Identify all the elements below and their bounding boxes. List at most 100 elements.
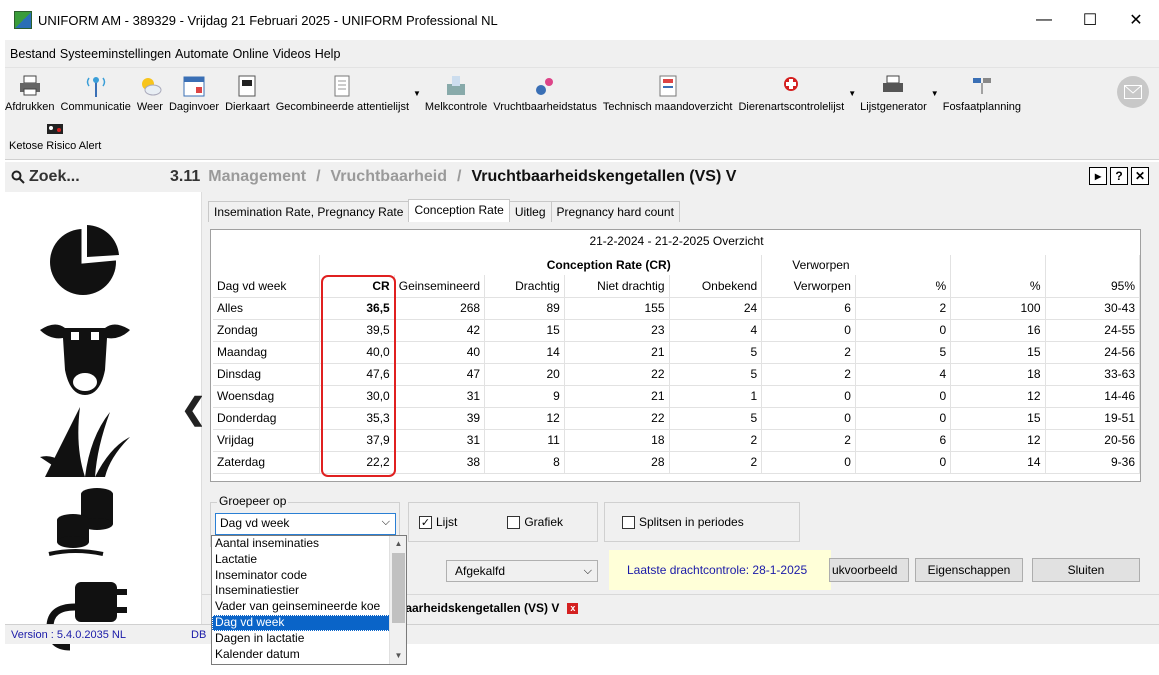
column-header[interactable]: %	[855, 275, 952, 298]
maximize-button[interactable]: ☐	[1067, 0, 1113, 40]
table-cell: 155	[564, 297, 670, 320]
table-cell: 21	[564, 385, 670, 408]
scrollbar-thumb[interactable]	[392, 553, 405, 623]
breadcrumb-management[interactable]: Management	[208, 168, 306, 186]
column-header[interactable]: Niet drachtig	[564, 275, 670, 298]
dropdown-scrollbar[interactable]: ▲ ▼	[389, 536, 406, 664]
menu-online[interactable]: Online	[233, 47, 269, 61]
toolbar-dierkaart[interactable]: Dierkaart	[225, 74, 270, 116]
dropdown-option[interactable]: Kalender datum	[212, 647, 390, 663]
sluiten-button[interactable]: Sluiten	[1032, 558, 1140, 582]
grass-icon[interactable]	[35, 397, 135, 487]
menu-systeeminstellingen[interactable]: Systeeminstellingen	[60, 47, 171, 61]
dropdown-option[interactable]: Lactatie	[212, 552, 390, 568]
eigenschappen-button[interactable]: Eigenschappen	[915, 558, 1023, 582]
table-cell: 5	[855, 341, 952, 364]
menu-automate[interactable]: Automate	[175, 47, 229, 61]
lijst-checkbox[interactable]: ✓ Lijst	[419, 515, 457, 529]
tab-conception-rate[interactable]: Conception Rate	[408, 199, 510, 222]
list-icon	[334, 75, 350, 97]
breadcrumb-vruchtbaarheid[interactable]: Vruchtbaarheid	[331, 168, 447, 186]
afgekalfd-select[interactable]: Afgekalfd ⌵	[446, 560, 598, 582]
column-header[interactable]: CR	[319, 275, 395, 298]
dropdown-option[interactable]: Dag vd week	[212, 614, 390, 631]
data-table: Conception Rate (CR) Verworpen Dag vd we…	[213, 255, 1141, 474]
table-row[interactable]: Maandag 40,0 40 14 21 5 2 5 15 24-56	[213, 341, 1141, 364]
close-tab-icon[interactable]: x	[567, 602, 579, 614]
chevron-down-icon[interactable]: ▼	[848, 89, 856, 98]
minimize-button[interactable]: —	[1021, 0, 1067, 40]
menu-videos[interactable]: Videos	[273, 47, 311, 61]
coins-icon[interactable]	[35, 482, 135, 572]
table-row[interactable]: Zaterdag 22,2 38 8 28 2 0 0 14 9-36	[213, 451, 1141, 474]
table-cell: 14	[950, 451, 1046, 474]
chevron-down-icon[interactable]: ▼	[931, 89, 939, 98]
close-window-button[interactable]: ✕	[1113, 0, 1159, 40]
column-header[interactable]: Drachtig	[484, 275, 565, 298]
table-cell: 28	[564, 451, 670, 474]
dropdown-option[interactable]: Dagen in lactatie	[212, 631, 390, 647]
help-icon[interactable]: ?	[1110, 167, 1128, 185]
scroll-down-icon[interactable]: ▼	[390, 648, 407, 664]
grafiek-checkbox[interactable]: Grafiek	[507, 515, 563, 529]
table-row[interactable]: Dinsdag 47,6 47 20 22 5 2 4 18 33-63	[213, 363, 1141, 386]
splitsen-checkbox[interactable]: Splitsen in periodes	[622, 515, 744, 529]
toolbar-gecombineerde-attentielijst[interactable]: Gecombineerde attentielijst	[276, 74, 409, 116]
tab-insemination-rate[interactable]: Insemination Rate, Pregnancy Rate	[208, 201, 410, 222]
video-icon[interactable]: ▸	[1089, 167, 1107, 185]
dropdown-option[interactable]: Inseminatiestier	[212, 583, 390, 599]
menu-bestand[interactable]: Bestand	[10, 47, 56, 61]
document-tab[interactable]: tbaarheidskengetallen (VS) V x	[394, 601, 579, 615]
column-header[interactable]: Dag vd week	[213, 275, 321, 298]
table-row[interactable]: Alles 36,5 268 89 155 24 6 2 100 30-43	[213, 297, 1141, 320]
table-row[interactable]: Woensdag 30,0 31 9 21 1 0 0 12 14-46	[213, 385, 1141, 408]
column-header[interactable]: %	[950, 275, 1046, 298]
toolbar-daginvoer[interactable]: Daginvoer	[169, 74, 219, 116]
mail-button[interactable]	[1117, 76, 1149, 108]
toolbar-melkcontrole[interactable]: Melkcontrole	[425, 74, 487, 116]
groepeer-op-select[interactable]: Dag vd week ⌵	[215, 513, 396, 535]
toolbar-fosfaatplanning[interactable]: Fosfaatplanning	[943, 74, 1021, 116]
table-header: Dag vd week CR Geinsemineerd Drachtig Niet d…	[213, 275, 1141, 298]
table-cell: 0	[761, 319, 856, 342]
table-row[interactable]: Donderdag 35,3 39 12 22 5 0 0 15 19-51	[213, 407, 1141, 430]
toolbar-lijstgenerator[interactable]: Lijstgenerator	[860, 74, 927, 116]
column-header[interactable]: Onbekend	[669, 275, 763, 298]
close-icon[interactable]: ✕	[1131, 167, 1149, 185]
table-cell: Vrijdag	[213, 429, 321, 452]
toolbar-technisch-maandoverzicht[interactable]: Technisch maandoverzicht	[603, 74, 732, 116]
table-cell: 4	[669, 319, 763, 342]
dropdown-option[interactable]: Aantal inseminaties	[212, 536, 390, 552]
table-cell: 31	[394, 385, 486, 408]
table-row[interactable]: Zondag 39,5 42 15 23 4 0 0 16 24-55	[213, 319, 1141, 342]
scroll-up-icon[interactable]: ▲	[390, 536, 407, 552]
toolbar-communicatie[interactable]: Communicatie	[61, 74, 131, 116]
toolbar-afdrukken[interactable]: Afdrukken	[5, 74, 55, 116]
toolbar-vruchtbaarheidstatus[interactable]: Vruchtbaarheidstatus	[493, 74, 597, 116]
table-cell: 15	[484, 319, 565, 342]
title-bar: UNIFORM AM - 389329 - Vrijdag 21 Februar…	[5, 0, 1159, 40]
chevron-down-icon[interactable]: ▼	[413, 89, 421, 98]
cow-icon[interactable]	[35, 310, 135, 400]
afdrukvoorbeeld-button[interactable]: ukvoorbeeld	[829, 558, 909, 582]
search-box[interactable]: Zoek...	[5, 162, 165, 192]
table-cell: 22	[564, 363, 670, 386]
pie-chart-icon[interactable]	[35, 217, 135, 307]
column-header[interactable]: 95%	[1045, 275, 1141, 298]
tab-pregnancy-hard-count[interactable]: Pregnancy hard count	[550, 201, 680, 222]
column-header[interactable]: Verworpen	[761, 275, 856, 298]
breadcrumb-separator: /	[457, 168, 462, 185]
chevron-down-icon: ⌵	[583, 565, 592, 577]
toolbar-dierenartscontrolelijst[interactable]: Dierenartscontrolelijst	[738, 74, 844, 116]
dropdown-option[interactable]: Vader van geinsemineerde koe	[212, 599, 390, 615]
table-row[interactable]: Vrijdag 37,9 31 11 18 2 2 6 12 20-56	[213, 429, 1141, 452]
toolbar-weer[interactable]: Weer	[137, 74, 163, 116]
column-header[interactable]: Geinsemineerd	[394, 275, 486, 298]
laatste-drachtcontrole-info: Laatste drachtcontrole: 28-1-2025	[609, 550, 831, 590]
table-cell: 33-63	[1045, 363, 1141, 386]
tab-uitleg[interactable]: Uitleg	[508, 201, 552, 222]
table-cell: 18	[564, 429, 670, 452]
dropdown-option[interactable]: Inseminator code	[212, 568, 390, 584]
menu-help[interactable]: Help	[315, 47, 341, 61]
toolbar-ketose-risico-alert[interactable]: Ketose Risico Alert	[9, 120, 101, 152]
